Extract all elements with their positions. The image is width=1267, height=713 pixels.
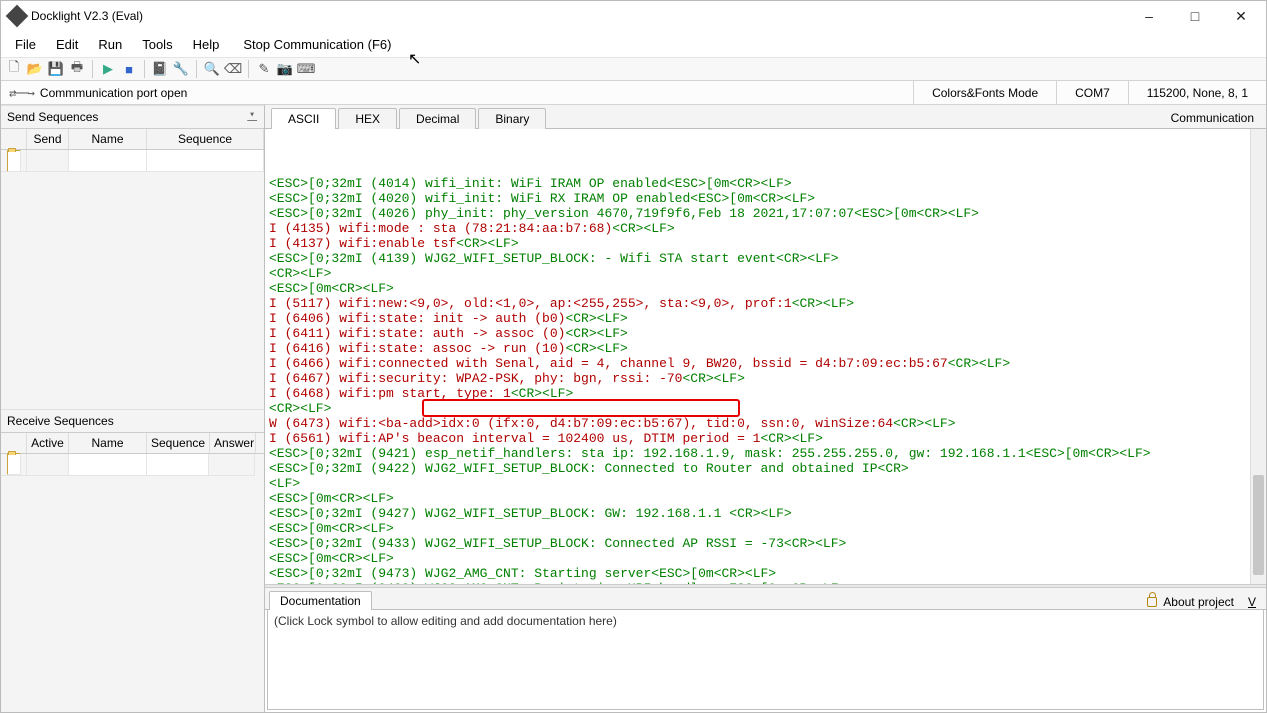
terminal-line: I (6561) wifi:AP's beacon interval = 102… xyxy=(269,431,1262,446)
find-icon[interactable]: 🔍 xyxy=(203,60,221,78)
terminal-line: I (6411) wifi:state: auth -> assoc (0)<C… xyxy=(269,326,1262,341)
menu-stop-communication[interactable]: Stop Communication (F6) xyxy=(231,35,399,54)
terminal-line: <ESC>[0m<CR><LF> xyxy=(269,491,1262,506)
menu-tools[interactable]: Tools xyxy=(134,35,180,54)
recv-grid-header: Active Name Sequence Answer xyxy=(1,432,264,454)
separator-icon xyxy=(144,60,145,78)
tab-binary[interactable]: Binary xyxy=(478,108,546,129)
terminal-line: <ESC>[0;32mI (4026) phy_init: phy_versio… xyxy=(269,206,1262,221)
terminal-line: <ESC>[0m<CR><LF> xyxy=(269,281,1262,296)
com-port[interactable]: COM7 xyxy=(1056,81,1128,104)
notebook-icon[interactable]: 📓 xyxy=(151,60,169,78)
status-bar: ⇄──→ Commmunication port open Colors&Fon… xyxy=(1,81,1266,105)
tab-decimal[interactable]: Decimal xyxy=(399,108,476,129)
view-tabs: ASCII HEX Decimal Binary Communication xyxy=(265,105,1266,129)
terminal-line: <CR><LF> xyxy=(269,401,1262,416)
about-project-link[interactable]: About project xyxy=(1163,595,1234,609)
terminal-line: I (4137) wifi:enable tsf<CR><LF> xyxy=(269,236,1262,251)
expand-toggle[interactable]: V xyxy=(1248,595,1256,609)
menu-file[interactable]: File xyxy=(7,35,44,54)
terminal-line: <ESC>[0;32mI (4020) wifi_init: WiFi RX I… xyxy=(269,191,1262,206)
tab-ascii[interactable]: ASCII xyxy=(271,108,336,129)
maximize-button[interactable]: □ xyxy=(1172,1,1218,31)
tab-communication: Communication xyxy=(1163,108,1262,128)
terminal-line: <ESC>[0m<CR><LF> xyxy=(269,551,1262,566)
clear-icon[interactable]: ⌫ xyxy=(224,60,242,78)
col-active[interactable]: Active xyxy=(27,433,69,453)
port-settings[interactable]: 115200, None, 8, 1 xyxy=(1128,81,1266,104)
terminal-line: <ESC>[0;32mI (9422) WJG2_WIFI_SETUP_BLOC… xyxy=(269,461,1262,476)
scrollbar-thumb[interactable] xyxy=(1253,475,1264,575)
menu-run[interactable]: Run xyxy=(90,35,130,54)
table-row[interactable] xyxy=(1,454,264,476)
terminal-line: I (6466) wifi:connected with Senal, aid … xyxy=(269,356,1262,371)
table-row[interactable] xyxy=(1,150,264,172)
terminal-line: <ESC>[0;32mI (9433) WJG2_WIFI_SETUP_BLOC… xyxy=(269,536,1262,551)
connection-status: Commmunication port open xyxy=(40,86,187,100)
terminal-line: <ESC>[0;32mI (9427) WJG2_WIFI_SETUP_BLOC… xyxy=(269,506,1262,521)
keyboard-icon[interactable]: ⌨ xyxy=(297,60,315,78)
terminal-output[interactable]: <ESC>[0;32mI (4014) wifi_init: WiFi IRAM… xyxy=(265,129,1266,584)
scrollbar-vertical[interactable] xyxy=(1250,129,1266,584)
title-bar: Docklight V2.3 (Eval) – □ ✕ xyxy=(1,1,1266,31)
settings-icon[interactable]: 🔧 xyxy=(172,60,190,78)
tab-documentation[interactable]: Documentation xyxy=(269,591,372,610)
terminal-line: I (6467) wifi:security: WPA2-PSK, phy: b… xyxy=(269,371,1262,386)
terminal-line: <LF> xyxy=(269,476,1262,491)
separator-icon xyxy=(248,60,249,78)
col-answer[interactable]: Answer xyxy=(210,433,256,453)
send-sequences-header: Send Sequences ▸| xyxy=(1,105,264,128)
terminal-line: <ESC>[0;32mI (9482) WJG2_AMG_CNT: Regist… xyxy=(269,581,1262,584)
snapshot-icon[interactable]: 📷 xyxy=(276,60,294,78)
receive-sequences-header: Receive Sequences xyxy=(1,409,264,432)
terminal-line: <ESC>[0;32mI (9421) esp_netif_handlers: … xyxy=(269,446,1262,461)
terminal-line: <ESC>[0;32mI (9473) WJG2_AMG_CNT: Starti… xyxy=(269,566,1262,581)
folder-icon xyxy=(7,453,21,475)
display-mode[interactable]: Colors&Fonts Mode xyxy=(913,81,1056,104)
separator-icon xyxy=(196,60,197,78)
menu-help[interactable]: Help xyxy=(185,35,228,54)
send-grid-header: Send Name Sequence xyxy=(1,128,264,150)
separator-icon xyxy=(92,60,93,78)
start-icon[interactable]: ▶ xyxy=(99,60,117,78)
col-send[interactable]: Send xyxy=(27,129,69,149)
terminal-line: I (6406) wifi:state: init -> auth (b0)<C… xyxy=(269,311,1262,326)
terminal-line: <CR><LF> xyxy=(269,266,1262,281)
col-sequence[interactable]: Sequence xyxy=(147,129,264,149)
edit-icon[interactable]: ✎ xyxy=(255,60,273,78)
folder-icon xyxy=(7,150,21,172)
terminal-line: <ESC>[0;32mI (4139) WJG2_WIFI_SETUP_BLOC… xyxy=(269,251,1262,266)
connection-arrows-icon: ⇄──→ xyxy=(9,86,34,100)
documentation-body[interactable]: (Click Lock symbol to allow editing and … xyxy=(267,610,1264,710)
menu-bar: File Edit Run Tools Help Stop Communicat… xyxy=(1,31,1266,57)
new-icon[interactable]: 🗋 xyxy=(5,60,23,78)
terminal-line: I (5117) wifi:new:<9,0>, old:<1,0>, ap:<… xyxy=(269,296,1262,311)
app-icon xyxy=(6,5,29,28)
left-panel: Send Sequences ▸| Send Name Sequence Rec… xyxy=(1,105,265,712)
terminal-line: I (6468) wifi:pm start, type: 1<CR><LF> xyxy=(269,386,1262,401)
window-title: Docklight V2.3 (Eval) xyxy=(31,9,1126,23)
terminal-line: I (4135) wifi:mode : sta (78:21:84:aa:b7… xyxy=(269,221,1262,236)
save-icon[interactable]: 💾 xyxy=(47,60,65,78)
print-icon[interactable]: 🖶 xyxy=(68,60,86,78)
tab-hex[interactable]: HEX xyxy=(338,108,397,129)
toolbar: 🗋 📂 💾 🖶 ▶ ■ 📓 🔧 🔍 ⌫ ✎ 📷 ⌨ xyxy=(1,57,1266,81)
col-name[interactable]: Name xyxy=(69,129,147,149)
collapse-icon[interactable]: ▸| xyxy=(246,111,257,123)
terminal-line: <ESC>[0m<CR><LF> xyxy=(269,521,1262,536)
col-name[interactable]: Name xyxy=(69,433,147,453)
terminal-line: W (6473) wifi:<ba-add>idx:0 (ifx:0, d4:b… xyxy=(269,416,1262,431)
close-button[interactable]: ✕ xyxy=(1218,1,1264,31)
lock-icon[interactable] xyxy=(1147,597,1157,607)
minimize-button[interactable]: – xyxy=(1126,1,1172,31)
col-sequence[interactable]: Sequence xyxy=(147,433,210,453)
stop-icon[interactable]: ■ xyxy=(120,60,138,78)
terminal-line: I (6416) wifi:state: assoc -> run (10)<C… xyxy=(269,341,1262,356)
menu-edit[interactable]: Edit xyxy=(48,35,86,54)
open-icon[interactable]: 📂 xyxy=(26,60,44,78)
terminal-line: <ESC>[0;32mI (4014) wifi_init: WiFi IRAM… xyxy=(269,176,1262,191)
